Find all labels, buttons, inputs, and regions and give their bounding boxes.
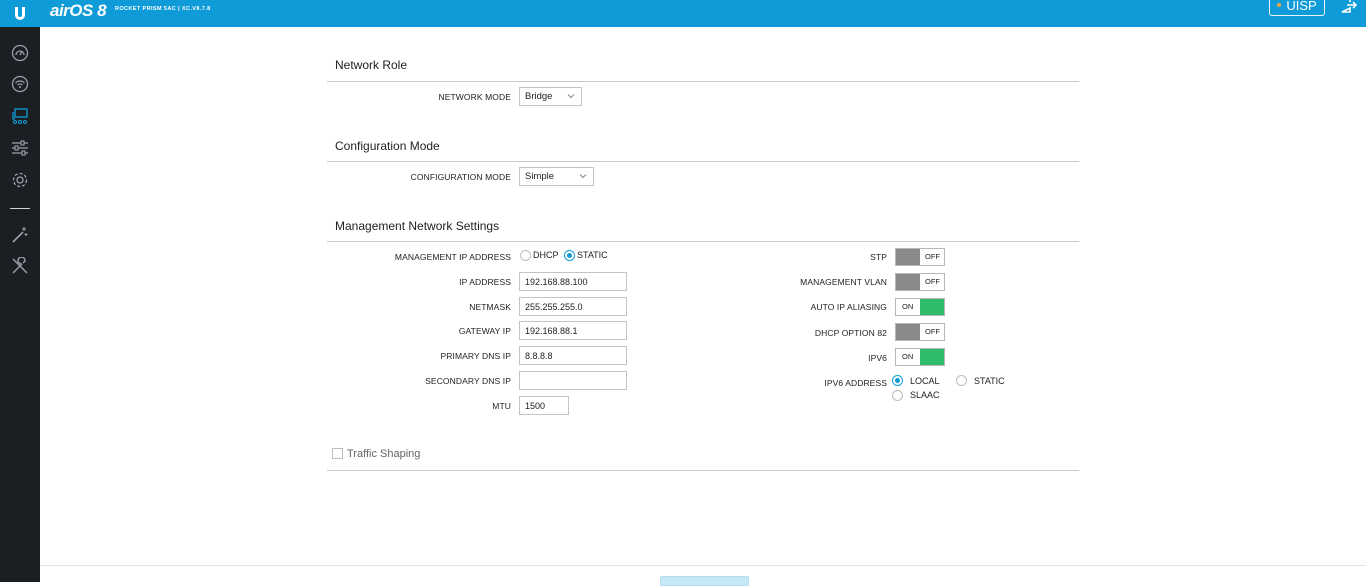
ipv6-static-label: STATIC: [974, 376, 1005, 386]
ip-address-label: IP ADDRESS: [459, 277, 511, 287]
auto-ip-aliasing-label: AUTO IP ALIASING: [810, 302, 887, 312]
toggle-knob: [896, 324, 920, 340]
management-ip-mode-label: MANAGEMENT IP ADDRESS: [394, 252, 511, 262]
device-info: ROCKET PRISM 5AC | XC.V8.7.8: [115, 6, 211, 12]
dhcp-radio-label: DHCP: [533, 250, 559, 260]
ipv6-local-label: LOCAL: [910, 376, 940, 386]
ipv6-local-radio[interactable]: [892, 375, 903, 386]
configuration-mode-select[interactable]: Simple: [519, 167, 594, 186]
dashboard-icon[interactable]: [0, 38, 40, 68]
management-vlan-label: MANAGEMENT VLAN: [800, 277, 887, 287]
traffic-shaping-label: Traffic Shaping: [347, 448, 421, 460]
management-settings-title: Management Network Settings: [335, 219, 500, 233]
sidebar-divider: [10, 208, 30, 209]
static-radio[interactable]: [564, 250, 575, 261]
ip-address-field[interactable]: 192.168.88.100: [519, 272, 627, 291]
save-changes-button[interactable]: [660, 576, 749, 586]
secondary-dns-field[interactable]: [519, 371, 627, 390]
dhcp-option-82-label: DHCP OPTION 82: [814, 328, 887, 338]
ipv6-toggle[interactable]: ON: [895, 348, 945, 366]
ipv6-state: ON: [902, 352, 914, 361]
section-divider: [327, 241, 1079, 242]
chevron-down-icon: [567, 94, 575, 99]
secondary-dns-label: SECONDARY DNS IP: [425, 376, 511, 386]
ipv6-address-label: IPV6 ADDRESS: [824, 378, 887, 388]
ipv6-slaac-label: SLAAC: [910, 390, 940, 400]
stp-state: OFF: [925, 252, 940, 261]
dhcp-option-82-state: OFF: [925, 327, 940, 336]
section-divider: [327, 81, 1079, 82]
sidebar: [0, 27, 40, 582]
ipv6-slaac-radio[interactable]: [892, 390, 903, 401]
footer-divider: [40, 565, 1366, 566]
ipv6-static-radio[interactable]: [956, 375, 967, 386]
netmask-label: NETMASK: [469, 302, 511, 312]
traffic-shaping-checkbox[interactable]: [332, 448, 343, 459]
primary-dns-label: PRIMARY DNS IP: [440, 351, 511, 361]
network-mode-label: NETWORK MODE: [438, 92, 511, 102]
uisp-label: UISP: [1286, 0, 1317, 13]
brand-logo: airOS 8: [50, 1, 107, 20]
configuration-mode-title: Configuration Mode: [335, 139, 440, 153]
network-mode-select[interactable]: Bridge: [519, 87, 582, 106]
toggle-knob: [896, 249, 920, 265]
stp-label: STP: [870, 252, 887, 262]
network-icon[interactable]: [0, 101, 40, 131]
management-vlan-toggle[interactable]: OFF: [895, 273, 945, 291]
status-dot-icon: [1277, 3, 1282, 7]
network-mode-value: Bridge: [525, 91, 553, 102]
toggle-knob: [896, 274, 920, 290]
logout-icon[interactable]: [1339, 0, 1358, 14]
mtu-field[interactable]: 1500: [519, 396, 569, 415]
netmask-field[interactable]: 255.255.255.0: [519, 297, 627, 316]
network-role-title: Network Role: [335, 58, 408, 72]
section-divider: [327, 470, 1079, 471]
dhcp-option-82-toggle[interactable]: OFF: [895, 323, 945, 341]
mtu-label: MTU: [492, 401, 511, 411]
uisp-button[interactable]: UISP: [1269, 0, 1325, 16]
wireless-icon[interactable]: [0, 69, 40, 99]
tools-wand-icon[interactable]: [0, 220, 40, 250]
static-radio-label: STATIC: [577, 250, 608, 260]
gateway-ip-field[interactable]: 192.168.88.1: [519, 321, 627, 340]
auto-ip-aliasing-state: ON: [902, 302, 914, 311]
gateway-ip-label: GATEWAY IP: [458, 326, 511, 336]
chevron-down-icon: [579, 174, 587, 179]
stp-toggle[interactable]: OFF: [895, 248, 945, 266]
toggle-knob: [920, 349, 944, 365]
toggle-knob: [920, 299, 944, 315]
configuration-mode-value: Simple: [525, 171, 555, 182]
top-bar: airOS 8 ROCKET PRISM 5AC | XC.V8.7.8 UIS…: [0, 0, 1366, 27]
dhcp-radio[interactable]: [520, 250, 531, 261]
section-divider: [327, 161, 1079, 162]
ipv6-label: IPV6: [868, 353, 887, 363]
wrench-tools-icon[interactable]: [0, 251, 40, 281]
primary-dns-field[interactable]: 8.8.8.8: [519, 346, 627, 365]
configuration-mode-label: CONFIGURATION MODE: [410, 172, 511, 182]
services-icon[interactable]: [0, 133, 40, 163]
auto-ip-aliasing-toggle[interactable]: ON: [895, 298, 945, 316]
management-vlan-state: OFF: [925, 277, 940, 286]
system-icon[interactable]: [0, 165, 40, 195]
ubiquiti-logo-icon[interactable]: [0, 0, 40, 27]
